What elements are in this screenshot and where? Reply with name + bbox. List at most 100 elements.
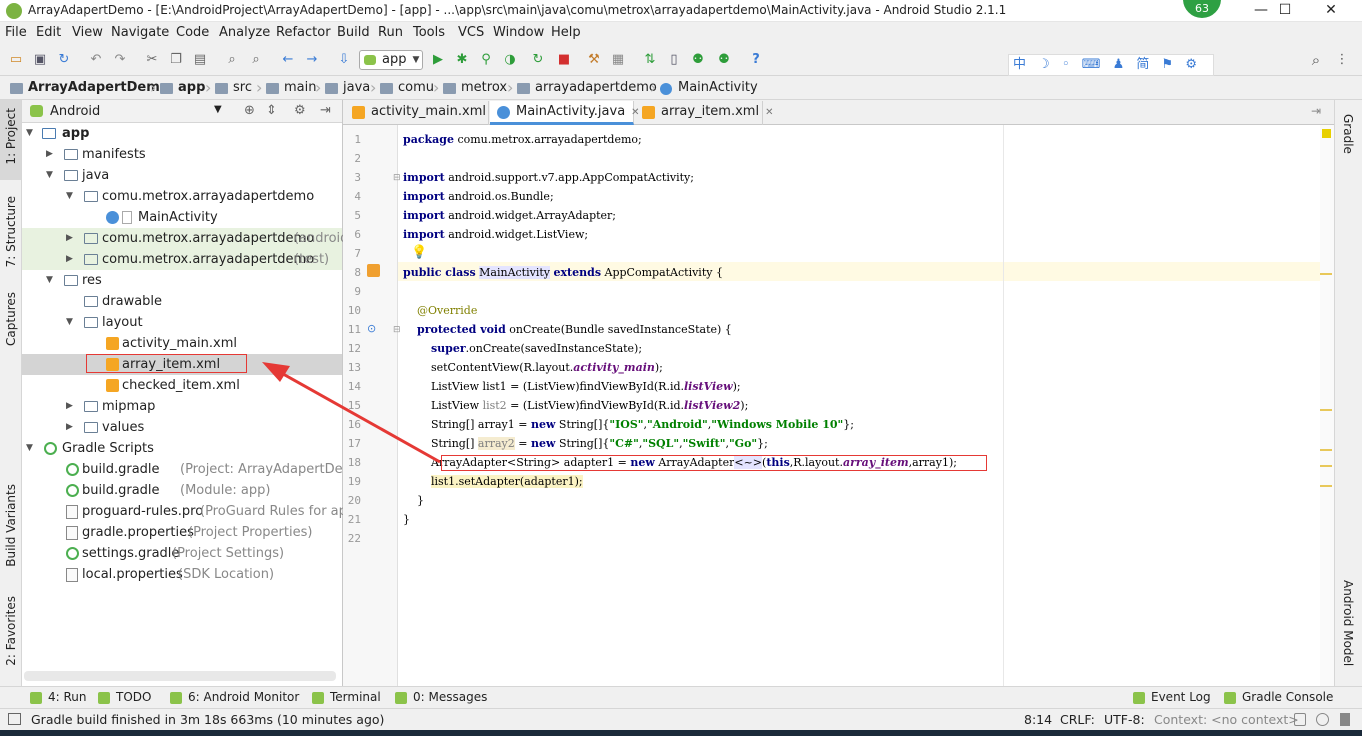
tool-window-event-log[interactable]: Event Log — [1133, 690, 1211, 704]
redo-icon[interactable]: ↷ — [112, 52, 128, 68]
tree-node-proguard[interactable]: proguard-rules.pro (ProGuard Rules for a… — [22, 501, 360, 522]
tree-node-mainactivity[interactable]: MainActivity — [22, 207, 342, 228]
chevron-down-icon[interactable]: ▼ — [214, 104, 222, 115]
tree-node-settings-gradle[interactable]: settings.gradle (Project Settings) — [22, 543, 342, 564]
expand-arrow-icon[interactable]: ▼ — [26, 123, 33, 144]
breadcrumb-project[interactable]: ArrayAdapertDemo — [10, 80, 169, 95]
tab-mainactivity-java[interactable]: MainActivity.java ✕ — [490, 101, 640, 125]
sdk-manager-icon[interactable]: ▦ — [610, 52, 626, 68]
menu-analyze[interactable]: Analyze — [219, 25, 270, 40]
project-structure-icon[interactable]: ⚒ — [586, 52, 602, 68]
breadcrumb-app[interactable]: app — [160, 80, 205, 95]
fold-icon[interactable]: ⊟ — [393, 173, 401, 183]
sync-icon[interactable]: ↻ — [56, 52, 72, 68]
collapse-arrow-icon[interactable]: ▶ — [66, 249, 73, 270]
tab-array-item-xml[interactable]: array_item.xml ✕ — [635, 101, 773, 125]
stripe-mark[interactable] — [1320, 485, 1332, 487]
tool-window-todo[interactable]: TODO — [98, 690, 151, 704]
tree-node-activity-main-xml[interactable]: activity_main.xml — [22, 333, 342, 354]
collapse-arrow-icon[interactable]: ▶ — [46, 144, 53, 165]
override-gutter-icon[interactable]: ⊙ — [367, 322, 376, 335]
stripe-mark[interactable] — [1320, 465, 1332, 467]
tree-node-build-gradle-project[interactable]: build.gradle (Project: ArrayAdapertDemo) — [22, 459, 368, 480]
stop-icon[interactable]: ■ — [556, 52, 572, 68]
tab-activity-main-xml[interactable]: activity_main.xml✕ — [345, 101, 500, 125]
tree-node-values[interactable]: ▶ values — [22, 417, 342, 438]
paste-icon[interactable]: ▤ — [192, 52, 208, 68]
tree-node-build-gradle-module[interactable]: build.gradle (Module: app) — [22, 480, 342, 501]
warning-indicator-icon[interactable] — [1322, 129, 1331, 138]
android-activity-gutter-icon[interactable] — [367, 264, 380, 277]
expand-arrow-icon[interactable]: ▼ — [26, 438, 33, 459]
breadcrumb-package[interactable]: arrayadapertdemo — [517, 80, 657, 95]
breadcrumb-src[interactable]: src — [215, 80, 252, 95]
menu-vcs[interactable]: VCS — [458, 25, 484, 40]
scroll-from-source-icon[interactable]: ⊕ — [244, 103, 255, 118]
open-folder-icon[interactable]: ▭ — [8, 52, 24, 68]
search-everywhere-icon[interactable]: ⌕ — [1308, 52, 1324, 68]
horizontal-scrollbar[interactable] — [24, 671, 336, 681]
collapse-all-icon[interactable]: ⇕ — [266, 103, 277, 118]
tool-window-captures[interactable]: Captures — [4, 292, 18, 346]
menu-edit[interactable]: Edit — [36, 25, 61, 40]
menu-window[interactable]: Window — [493, 25, 544, 40]
tree-node-checked-item-xml[interactable]: checked_item.xml — [22, 375, 342, 396]
menu-refactor[interactable]: Refactor — [276, 25, 331, 40]
breadcrumb-mainactivity[interactable]: MainActivity — [660, 80, 758, 95]
notification-badge[interactable]: 63 — [1181, 0, 1223, 20]
fold-icon[interactable]: ⊟ — [393, 325, 401, 335]
tool-window-favorites[interactable]: 2: Favorites — [4, 596, 18, 666]
tree-node-mipmap[interactable]: ▶ mipmap — [22, 396, 342, 417]
lock-icon[interactable] — [1294, 713, 1306, 726]
attach-debugger-icon[interactable]: ⚲ — [478, 52, 494, 68]
tree-node-gradle-properties[interactable]: gradle.properties (Project Properties) — [22, 522, 342, 543]
menu-code[interactable]: Code — [176, 25, 209, 40]
tool-window-run[interactable]: 4: Run — [30, 690, 87, 704]
lightbulb-icon[interactable]: 💡 — [411, 245, 427, 260]
find-icon[interactable]: ⌕ — [224, 52, 240, 68]
inspector-icon[interactable] — [1316, 713, 1329, 726]
stripe-mark[interactable] — [1320, 449, 1332, 451]
tool-window-structure[interactable]: 7: Structure — [4, 196, 18, 267]
ime-toolbar[interactable]: 中 ☽ ◦ ⌨ ♟ 简 ⚑ ⚙ — [1008, 54, 1214, 76]
gear-icon[interactable]: ⚙ — [294, 103, 306, 118]
error-stripe[interactable] — [1320, 125, 1334, 686]
collapse-arrow-icon[interactable]: ▶ — [66, 228, 73, 249]
copy-icon[interactable]: ❐ — [168, 52, 184, 68]
profile-icon[interactable]: ◑ — [502, 52, 518, 68]
expand-arrow-icon[interactable]: ▼ — [66, 312, 73, 333]
tree-node-local-properties[interactable]: local.properties (SDK Location) — [22, 564, 342, 585]
breadcrumb-comu[interactable]: comu — [380, 80, 434, 95]
menu-help[interactable]: Help — [551, 25, 581, 40]
tree-node-package[interactable]: ▼ comu.metrox.arrayadapertdemo — [22, 186, 342, 207]
menu-navigate[interactable]: Navigate — [111, 25, 169, 40]
close-tab-icon[interactable]: ✕ — [765, 107, 773, 118]
menu-tools[interactable]: Tools — [413, 25, 445, 40]
make-project-icon[interactable]: ⇩ — [336, 52, 352, 68]
tree-node-manifests[interactable]: ▶ manifests — [22, 144, 342, 165]
maximize-button[interactable]: ☐ — [1262, 0, 1308, 22]
menu-build[interactable]: Build — [337, 25, 370, 40]
run-icon[interactable]: ▶ — [430, 52, 446, 68]
tool-window-gradle[interactable]: Gradle — [1341, 114, 1355, 154]
tree-node-package-androidtest[interactable]: ▶ comu.metrox.arrayadapertdemo (androidT… — [22, 228, 379, 249]
help-icon[interactable]: ? — [748, 52, 764, 68]
hide-panel-icon[interactable]: ⇥ — [320, 103, 331, 118]
tool-window-terminal[interactable]: Terminal — [312, 690, 381, 704]
tool-window-gradle-console[interactable]: Gradle Console — [1224, 690, 1333, 704]
file-encoding[interactable]: UTF-8: — [1104, 712, 1145, 727]
expand-arrow-icon[interactable]: ▼ — [66, 186, 73, 207]
menu-run[interactable]: Run — [378, 25, 403, 40]
code-editor[interactable]: 1 2 3 4 5 6 7 8 9 10 11 12 13 14 15 16 1… — [343, 125, 1334, 686]
tree-node-res[interactable]: ▼ res — [22, 270, 342, 291]
menu-file[interactable]: File — [5, 25, 27, 40]
debug-icon[interactable]: ✱ — [454, 52, 470, 68]
tool-window-android-monitor[interactable]: 6: Android Monitor — [170, 690, 299, 704]
android-icon[interactable]: ⚉ — [716, 52, 732, 68]
back-icon[interactable]: ← — [280, 52, 296, 68]
expand-arrow-icon[interactable]: ▼ — [46, 270, 53, 291]
menu-view[interactable]: View — [72, 25, 103, 40]
breadcrumb-metrox[interactable]: metrox — [443, 80, 507, 95]
forward-icon[interactable]: → — [304, 52, 320, 68]
tree-node-app[interactable]: ▼ app — [22, 123, 342, 144]
